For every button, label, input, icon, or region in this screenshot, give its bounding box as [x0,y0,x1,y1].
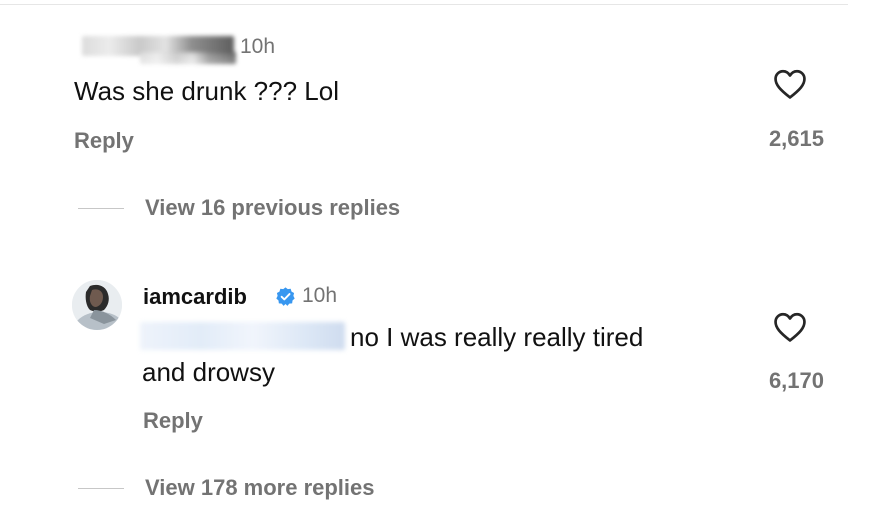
divider [0,4,848,5]
comment-text-line-1: no I was really really tired [350,322,644,352]
avatar[interactable] [72,280,122,330]
redacted-mention [140,322,345,350]
like-count: 2,615 [768,126,824,151]
view-replies-button[interactable]: View 178 more replies [145,475,375,501]
comment-text: Was she drunk ??? Lol [74,76,339,106]
replies-line [78,488,124,489]
redacted-username-tail [140,52,236,64]
reply-button[interactable]: Reply [143,408,203,434]
avatar-image [72,280,122,330]
view-replies-button[interactable]: View 16 previous replies [145,195,400,221]
verified-icon [276,287,295,306]
reply-button[interactable]: Reply [74,128,134,154]
comment-timestamp: 10h [240,35,276,58]
like-count: 6,170 [768,368,824,393]
replies-line [78,208,124,209]
comment-timestamp: 10h [302,284,338,307]
username[interactable]: iamcardib [143,284,247,310]
comment-text-line-2: and drowsy [142,357,275,387]
heart-icon[interactable] [773,311,807,343]
heart-icon[interactable] [773,68,807,100]
